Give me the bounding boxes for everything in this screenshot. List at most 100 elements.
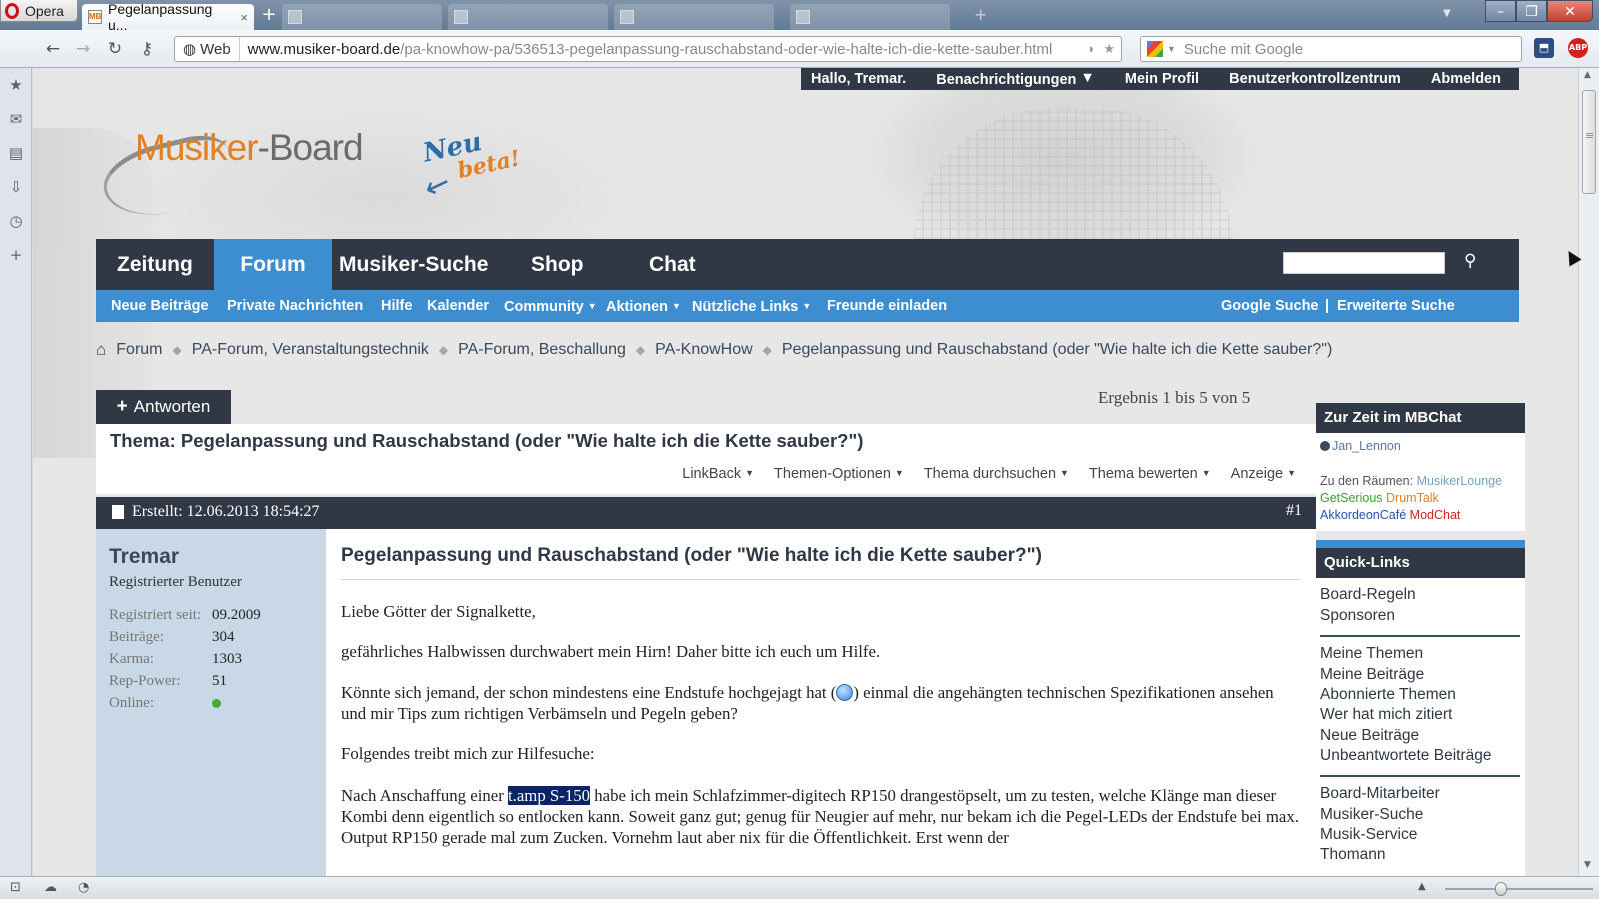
mail-icon[interactable]: ✉ bbox=[0, 102, 32, 136]
adblock-icon[interactable]: ABP bbox=[1568, 38, 1588, 58]
post-number-link[interactable]: #1 bbox=[1286, 502, 1302, 520]
nav-forum[interactable]: Forum bbox=[214, 239, 332, 290]
chevron-down-icon[interactable]: ▼ bbox=[1167, 44, 1176, 54]
subnav-community[interactable]: Community ▼ bbox=[504, 290, 597, 323]
back-icon[interactable]: ← bbox=[42, 39, 64, 59]
quicklink[interactable]: Musik-Service bbox=[1320, 826, 1417, 844]
scroll-up-icon[interactable]: ▲ bbox=[1584, 70, 1591, 80]
rate-thread-menu[interactable]: Thema bewerten ▼ bbox=[1089, 466, 1211, 482]
thread-options-menu[interactable]: Themen-Optionen ▼ bbox=[774, 466, 904, 482]
logo-text-part1: Musiker bbox=[135, 127, 259, 168]
thread-tools: LinkBack ▼ Themen-Optionen ▼ Thema durchsu… bbox=[682, 466, 1296, 482]
forward-icon[interactable]: → bbox=[72, 39, 94, 59]
quicklink[interactable]: Thomann bbox=[1320, 846, 1385, 864]
tab-list-chevron-icon[interactable]: ▼ bbox=[1443, 8, 1451, 19]
room-link[interactable]: GetSerious bbox=[1320, 491, 1383, 505]
quicklink[interactable]: Meine Beiträge bbox=[1320, 666, 1424, 684]
zoom-slider[interactable] bbox=[1445, 888, 1593, 890]
background-tab[interactable] bbox=[614, 4, 774, 30]
zoom-slider-handle[interactable] bbox=[1495, 882, 1507, 896]
room-link[interactable]: AkkordeonCafé bbox=[1320, 508, 1406, 522]
maximize-icon[interactable]: ❐ bbox=[1516, 0, 1547, 22]
opera-unite-icon[interactable]: ☁ bbox=[44, 880, 57, 895]
breadcrumb-item[interactable]: Forum bbox=[116, 341, 162, 359]
my-profile-link[interactable]: Mein Profil bbox=[1125, 71, 1199, 87]
downloads-icon[interactable]: ⇩ bbox=[0, 170, 32, 204]
minimize-icon[interactable]: – bbox=[1485, 0, 1516, 22]
notes-icon[interactable]: ▤ bbox=[0, 136, 32, 170]
extension-icon[interactable]: ⬒ bbox=[1534, 38, 1554, 58]
quicklink[interactable]: Wer hat mich zitiert bbox=[1320, 706, 1452, 724]
chat-user[interactable]: Jan_Lennon bbox=[1320, 439, 1401, 453]
caret-down-icon: ▼ bbox=[1080, 70, 1095, 86]
background-tab[interactable] bbox=[790, 4, 950, 30]
site-search-input[interactable] bbox=[1283, 252, 1445, 274]
quicklink[interactable]: Board-Mitarbeiter bbox=[1320, 785, 1440, 803]
key-icon[interactable]: ⚷ bbox=[136, 39, 158, 59]
nav-shop[interactable]: Shop bbox=[531, 239, 584, 290]
zoom-arrow-icon[interactable]: ▲ bbox=[1418, 881, 1426, 892]
bookmarks-star-icon[interactable]: ★ bbox=[0, 68, 32, 102]
url-text[interactable]: www.musiker-board.de/pa-knowhow-pa/53651… bbox=[240, 41, 1060, 58]
subnav-google-search[interactable]: Google Suche bbox=[1221, 290, 1319, 322]
quicklink[interactable]: Musiker-Suche bbox=[1320, 806, 1423, 824]
search-input[interactable]: ▼ Suche mit Google bbox=[1140, 36, 1522, 62]
room-link[interactable]: DrumTalk bbox=[1386, 491, 1439, 505]
tab-active[interactable]: MB Pegelanpassung u... × bbox=[82, 1, 254, 33]
new-tab-icon[interactable]: + bbox=[974, 5, 987, 24]
room-link[interactable]: MusikerLounge bbox=[1417, 474, 1502, 488]
quicklink[interactable]: Neue Beiträge bbox=[1320, 727, 1419, 745]
breadcrumb-item[interactable]: PA-Forum, Veranstaltungstechnik bbox=[192, 341, 429, 359]
notifications-link[interactable]: Benachrichtigungen ▼ bbox=[936, 70, 1095, 88]
quicklink[interactable]: Abonnierte Themen bbox=[1320, 686, 1456, 704]
subnav-actions[interactable]: Aktionen ▼ bbox=[606, 290, 681, 323]
nav-musiker-suche[interactable]: Musiker-Suche bbox=[339, 239, 488, 290]
close-window-icon[interactable]: ✕ bbox=[1547, 0, 1593, 22]
subnav-new-posts[interactable]: Neue Beiträge bbox=[111, 290, 209, 322]
subnav-advanced-search[interactable]: Erweiterte Suche bbox=[1337, 290, 1455, 322]
speed-dial-icon[interactable]: ◔ bbox=[78, 880, 89, 895]
web-badge[interactable]: ◍ Web bbox=[175, 37, 240, 61]
google-icon[interactable] bbox=[1147, 41, 1163, 57]
breadcrumb-item[interactable]: PA-KnowHow bbox=[655, 341, 753, 359]
scroll-down-icon[interactable]: ▼ bbox=[1584, 860, 1591, 870]
url-field[interactable]: ◍ Web www.musiker-board.de/pa-knowhow-pa… bbox=[174, 36, 1122, 62]
selected-text[interactable]: t.amp S-150 bbox=[507, 786, 591, 805]
new-tab-button[interactable]: + bbox=[258, 5, 280, 27]
search-icon[interactable]: ⚲ bbox=[1464, 251, 1476, 271]
subnav-invite-friends[interactable]: Freunde einladen bbox=[827, 290, 947, 322]
background-tab[interactable] bbox=[282, 4, 442, 30]
scrollbar-thumb[interactable] bbox=[1582, 90, 1596, 194]
site-logo[interactable]: Musiker-Board bbox=[96, 123, 364, 228]
control-center-link[interactable]: Benutzerkontrollzentrum bbox=[1229, 71, 1401, 87]
quicklink[interactable]: Meine Themen bbox=[1320, 645, 1423, 663]
linkback-menu[interactable]: LinkBack ▼ bbox=[682, 466, 754, 482]
opera-menu-button[interactable]: Opera bbox=[0, 0, 78, 22]
subnav-calendar[interactable]: Kalender bbox=[427, 290, 489, 322]
display-mode-menu[interactable]: Anzeige ▼ bbox=[1231, 466, 1296, 482]
history-clock-icon[interactable]: ◷ bbox=[0, 204, 32, 238]
reload-icon[interactable]: ↻ bbox=[104, 39, 126, 59]
bookmark-star-icon[interactable]: ★ bbox=[1103, 41, 1115, 57]
nav-zeitung[interactable]: Zeitung bbox=[117, 239, 193, 290]
nav-chat[interactable]: Chat bbox=[649, 239, 696, 290]
quicklink[interactable]: Unbeantwortete Beiträge bbox=[1320, 747, 1491, 765]
vertical-scrollbar[interactable]: ▲ ▼ bbox=[1578, 68, 1599, 876]
room-link[interactable]: ModChat bbox=[1410, 508, 1461, 522]
rss-icon[interactable]: ◗ bbox=[1087, 41, 1095, 57]
subnav-help[interactable]: Hilfe bbox=[381, 290, 412, 322]
breadcrumb-item[interactable]: PA-Forum, Beschallung bbox=[458, 341, 626, 359]
quicklink[interactable]: Sponsoren bbox=[1320, 607, 1395, 625]
post-author[interactable]: Tremar bbox=[109, 545, 179, 569]
search-thread-menu[interactable]: Thema durchsuchen ▼ bbox=[924, 466, 1069, 482]
quicklink[interactable]: Board-Regeln bbox=[1320, 586, 1416, 604]
reply-button[interactable]: + Antworten bbox=[96, 390, 231, 424]
subnav-private-messages[interactable]: Private Nachrichten bbox=[227, 290, 363, 322]
panel-toggle-icon[interactable]: ⊡ bbox=[10, 880, 21, 895]
subnav-useful-links[interactable]: Nützliche Links ▼ bbox=[692, 290, 811, 323]
add-panel-icon[interactable]: + bbox=[0, 238, 32, 272]
background-tab[interactable] bbox=[448, 4, 608, 30]
home-icon[interactable]: ⌂ bbox=[96, 340, 106, 360]
tab-close-icon[interactable]: × bbox=[240, 10, 248, 25]
logout-link[interactable]: Abmelden bbox=[1431, 71, 1501, 87]
